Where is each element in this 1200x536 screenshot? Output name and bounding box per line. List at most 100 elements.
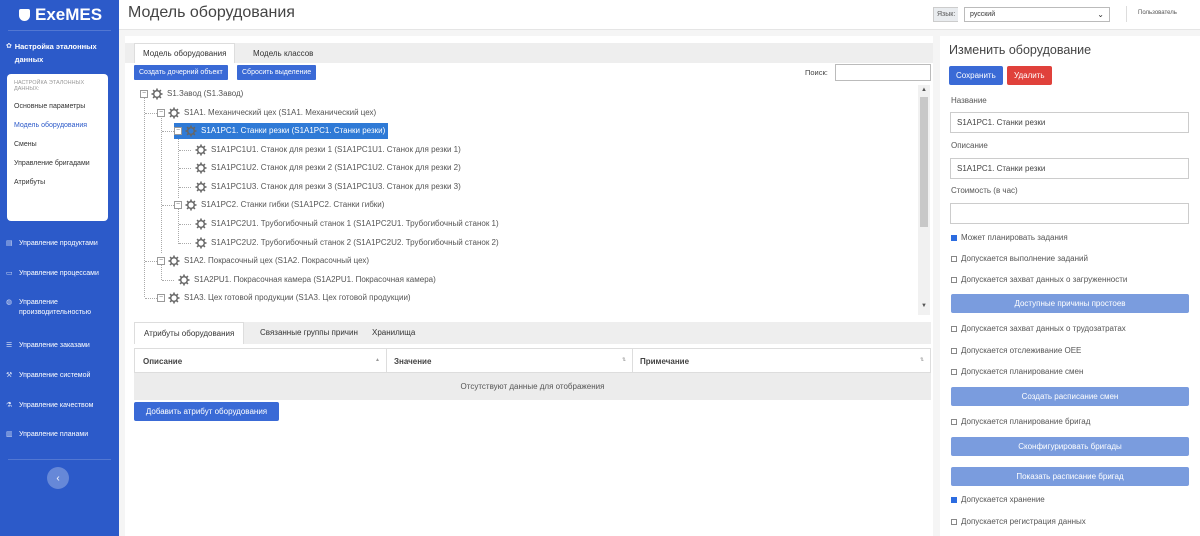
configure-crews-button[interactable]: Сконфигурировать бригады xyxy=(951,437,1189,456)
column-separator xyxy=(386,349,387,374)
submenu-item-basic-params[interactable]: Основные параметры xyxy=(14,102,101,112)
sidebar-item-products[interactable]: ▤ Управление продуктами xyxy=(0,239,98,249)
sidebar-item-system[interactable]: ⚒ Управление системой xyxy=(0,371,90,381)
sidebar-collapse-button[interactable]: ‹ xyxy=(47,467,69,489)
chevron-left-icon: ‹ xyxy=(56,472,60,484)
sidebar-section-reference-data[interactable]: ✿ Настройка эталонных данных xyxy=(0,31,119,66)
checkbox[interactable] xyxy=(951,325,957,332)
sidebar-item-plans[interactable]: ▥ Управление планами xyxy=(0,430,88,440)
delete-button[interactable]: Удалить xyxy=(1007,66,1052,85)
checkbox[interactable] xyxy=(951,347,957,354)
sidebar-item-quality[interactable]: ⚗ Управление качеством xyxy=(0,401,93,411)
gear-icon xyxy=(168,255,180,267)
sort-asc-icon[interactable]: ▲ xyxy=(375,357,380,363)
tree-node[interactable]: − S1A1. Механический цех (S1A1. Механичес… xyxy=(157,105,376,121)
tree-node[interactable]: S1A1PC1U3. Станок для резки 3 (S1A1PC1U3… xyxy=(191,179,461,195)
checkbox[interactable] xyxy=(951,368,957,375)
gauge-icon: ◍ xyxy=(6,299,13,306)
checkbox-data-registration[interactable]: Допускается регистрация данных xyxy=(951,517,1086,526)
checkbox[interactable] xyxy=(951,255,957,262)
checkbox-oee[interactable]: Допускается отслеживание OEE xyxy=(951,346,1081,355)
collapse-toggle-icon[interactable]: − xyxy=(157,257,165,265)
submenu-header: НАСТРОЙКА ЭТАЛОННЫХ ДАННЫХ: xyxy=(14,80,85,92)
checkbox-checked[interactable] xyxy=(951,234,957,241)
tree-node[interactable]: − S1A3. Цех готовой продукции (S1A3. Цех … xyxy=(157,290,411,306)
sidebar-item-performance[interactable]: ◍ Управление производительностью xyxy=(0,298,114,318)
tree-node[interactable]: S1A1PC2U2. Трубогибочный станок 2 (S1A1P… xyxy=(191,235,499,251)
cost-field[interactable] xyxy=(950,203,1189,224)
tree-node[interactable]: − S1.Завод (S1.Завод) xyxy=(140,86,243,102)
create-child-button[interactable]: Создать дочерний объект xyxy=(134,65,228,80)
checkbox-crew-planning[interactable]: Допускается планирование бригад xyxy=(951,417,1090,426)
show-crew-schedule-button[interactable]: Показать расписание бригад xyxy=(951,467,1189,486)
checkbox-storage[interactable]: Допускается хранение xyxy=(951,495,1045,504)
downtime-reasons-button[interactable]: Доступные причины простоев xyxy=(951,294,1189,313)
submenu-item-attributes[interactable]: Атрибуты xyxy=(14,178,101,188)
checkbox-exec-tasks[interactable]: Допускается выполнение заданий xyxy=(951,254,1088,263)
collapse-toggle-icon[interactable]: − xyxy=(140,90,148,98)
brand-logo[interactable]: ExeMES xyxy=(0,0,119,30)
checkbox[interactable] xyxy=(951,276,957,283)
checkbox-checked[interactable] xyxy=(951,496,957,503)
column-note[interactable]: Примечание xyxy=(640,357,689,366)
scrollbar-thumb[interactable] xyxy=(920,97,928,227)
submenu-item-shifts[interactable]: Смены xyxy=(14,140,101,150)
search-input[interactable] xyxy=(835,64,931,81)
tab-equipment-attributes[interactable]: Атрибуты оборудования xyxy=(134,322,245,344)
submenu-item-equipment-model[interactable]: Модель оборудования xyxy=(14,121,101,131)
equipment-tree: − S1.Завод (S1.Завод) − S1A1. Механический … xyxy=(134,85,918,315)
sidebar-section-label: Настройка эталонных данных xyxy=(14,42,97,64)
tree-node[interactable]: S1A2PU1. Покрасочная камера (S1A2PU1. По… xyxy=(174,272,436,288)
sort-icon[interactable]: ⇅ xyxy=(920,357,924,363)
collapse-toggle-icon[interactable]: − xyxy=(174,127,182,135)
collapse-toggle-icon[interactable]: − xyxy=(174,201,182,209)
tree-node-selected[interactable]: − S1A1PC1. Станки резки (S1A1PC1. Станки … xyxy=(174,123,389,139)
language-select[interactable]: русский ⌄ xyxy=(964,7,1110,22)
tree-node[interactable]: − S1A2. Покрасочный цех (S1A2. Покрасочны… xyxy=(157,253,369,269)
submenu-item-crews[interactable]: Управление бригадами xyxy=(14,159,101,169)
reset-selection-button[interactable]: Сбросить выделение xyxy=(237,65,317,80)
save-button[interactable]: Сохранить xyxy=(949,66,1003,85)
tree-connector xyxy=(145,113,157,114)
tree-node[interactable]: − S1A1PC2. Станки гибки (S1A1PC2. Станки … xyxy=(174,197,384,213)
tree-node[interactable]: S1A1PC2U1. Трубогибочный станок 1 (S1A1P… xyxy=(191,216,499,232)
edit-panel-title: Изменить оборудование xyxy=(949,43,1092,57)
checkbox-plan-tasks[interactable]: Может планировать задания xyxy=(951,233,1068,242)
add-attribute-button[interactable]: Добавить атрибут оборудования xyxy=(134,402,279,421)
tab-equipment-model[interactable]: Модель оборудования xyxy=(134,43,236,63)
scroll-up-icon[interactable]: ▲ xyxy=(921,87,927,93)
checkbox-shift-planning[interactable]: Допускается планирование смен xyxy=(951,367,1083,376)
column-description[interactable]: Описание xyxy=(143,357,182,366)
tree-node[interactable]: S1A1PC1U2. Станок для резки 2 (S1A1PC1U2… xyxy=(191,160,461,176)
tree-connector xyxy=(145,298,157,299)
sidebar-item-processes[interactable]: ▭ Управление процессами xyxy=(0,269,99,279)
tree-connector xyxy=(179,187,191,188)
collapse-toggle-icon[interactable]: − xyxy=(157,109,165,117)
checkbox-labor-capture[interactable]: Допускается захват данных о трудозатрата… xyxy=(951,324,1126,333)
collapse-toggle-icon[interactable]: − xyxy=(157,294,165,302)
chart-icon: ▥ xyxy=(6,431,13,438)
tab-storages[interactable]: Хранилища xyxy=(363,322,424,344)
scroll-down-icon[interactable]: ▼ xyxy=(921,303,927,309)
gear-icon: ✿ xyxy=(6,43,12,50)
flask-icon: ⚗ xyxy=(6,402,13,409)
checkbox-load-capture[interactable]: Допускается захват данных о загруженност… xyxy=(951,275,1127,284)
description-field[interactable]: S1A1PC1. Станки резки xyxy=(950,158,1189,179)
column-value[interactable]: Значение xyxy=(394,357,431,366)
chevron-down-icon: ⌄ xyxy=(1097,10,1104,19)
sort-icon[interactable]: ⇅ xyxy=(622,357,626,363)
create-shift-schedule-button[interactable]: Создать расписание смен xyxy=(951,387,1189,406)
checkbox[interactable] xyxy=(951,518,957,525)
tree-connector xyxy=(179,168,191,169)
tab-class-model[interactable]: Модель классов xyxy=(244,43,322,63)
checkbox[interactable] xyxy=(951,418,957,425)
tree-scrollbar[interactable]: ▲ ▼ xyxy=(918,85,930,315)
grid-empty-message: Отсутствуют данные для отображения xyxy=(134,373,931,400)
sidebar-item-orders[interactable]: ☰ Управление заказами xyxy=(0,341,90,351)
name-field[interactable]: S1A1PC1. Станки резки xyxy=(950,112,1189,133)
tab-reason-groups[interactable]: Связанные группы причин xyxy=(251,322,367,344)
tree-node-label: S1A2PU1. Покрасочная камера (S1A2PU1. По… xyxy=(194,275,436,284)
tree-connector xyxy=(179,150,191,151)
user-menu[interactable]: Пользователь xyxy=(1138,10,1177,16)
tree-node[interactable]: S1A1PC1U1. Станок для резки 1 (S1A1PC1U1… xyxy=(191,142,461,158)
